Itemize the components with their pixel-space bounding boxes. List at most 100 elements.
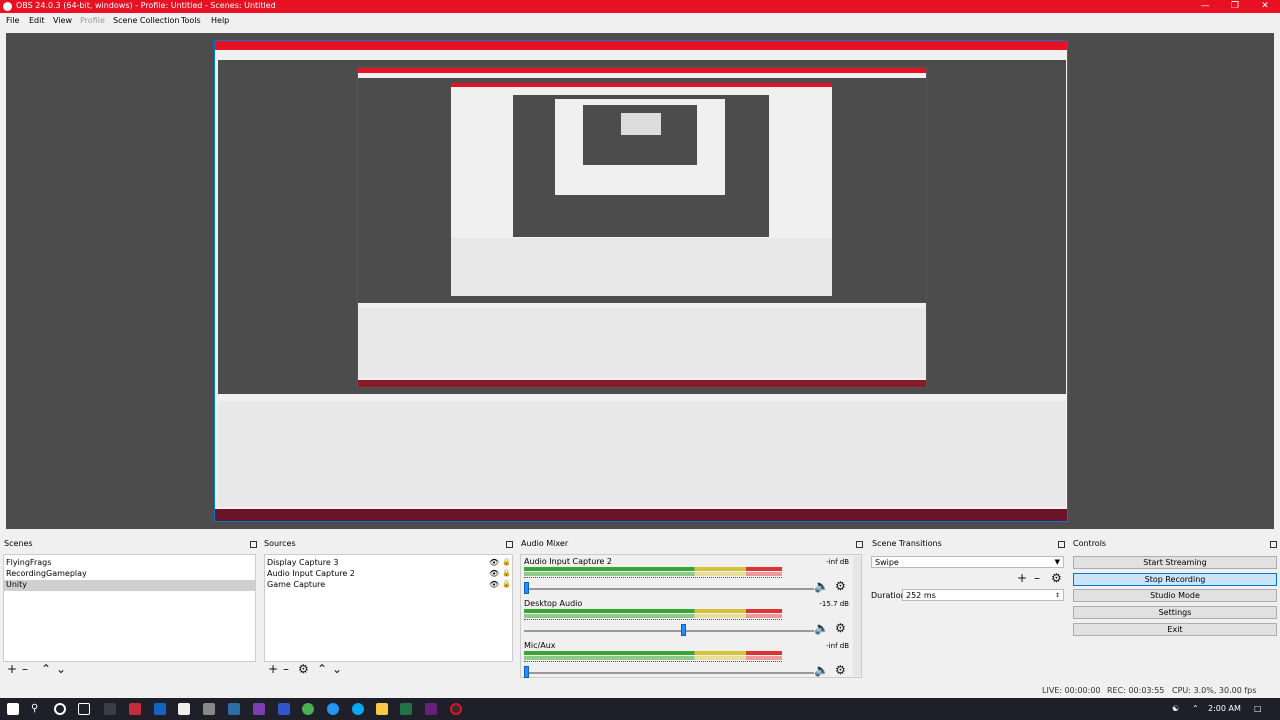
task-view-icon[interactable] <box>78 703 90 715</box>
meter-scale <box>524 577 782 580</box>
volume-slider-track[interactable] <box>524 630 814 632</box>
volume-meter <box>524 567 782 571</box>
pinned-app-icon[interactable] <box>352 703 364 715</box>
menu-view[interactable]: View <box>53 16 72 25</box>
transition-properties-gear-icon[interactable]: ⚙ <box>1051 572 1062 584</box>
volume-slider-thumb[interactable] <box>681 624 687 636</box>
steam-icon[interactable] <box>228 703 240 715</box>
add-source-icon[interactable]: + <box>268 663 278 675</box>
menu-profile[interactable]: Profile <box>80 16 105 25</box>
move-down-icon[interactable]: ⌄ <box>56 663 66 675</box>
add-transition-icon[interactable]: + <box>1017 572 1027 584</box>
duration-value: 252 ms <box>906 591 936 600</box>
network-icon[interactable]: ☯ <box>1172 704 1179 713</box>
gear-icon[interactable]: ⚙ <box>835 580 846 592</box>
undock-icon[interactable] <box>250 541 257 548</box>
nested-title-bar-3 <box>451 83 832 87</box>
preview-canvas[interactable] <box>6 33 1274 529</box>
menu-scene-collection[interactable]: Scene Collection <box>113 16 180 25</box>
speaker-icon[interactable]: 🔈 <box>814 580 829 592</box>
visual-studio-icon[interactable] <box>425 703 437 715</box>
stop-recording-button[interactable]: Stop Recording <box>1073 573 1277 586</box>
source-item[interactable]: Display Capture 3 <box>267 558 338 569</box>
nested-obs-window-3 <box>451 83 832 296</box>
pinned-app-icon[interactable] <box>400 703 412 715</box>
gear-icon[interactable]: ⚙ <box>835 622 846 634</box>
restore-icon[interactable]: ❐ <box>1220 0 1250 13</box>
chevron-up-icon[interactable]: ⌃ <box>1192 704 1199 713</box>
scenes-list[interactable]: FlyingFrags RecordingGameplay Unity <box>3 554 256 662</box>
live-status: LIVE: 00:00:00 <box>1042 686 1101 695</box>
duration-spinbox[interactable]: 252 ms ↕ <box>902 589 1064 601</box>
pinned-app-icon[interactable] <box>253 703 265 715</box>
cortana-icon[interactable] <box>54 703 66 715</box>
remove-transition-icon[interactable]: – <box>1034 572 1040 584</box>
undock-icon[interactable] <box>506 541 513 548</box>
menu-file[interactable]: File <box>6 16 19 25</box>
move-up-icon[interactable]: ⌃ <box>41 663 51 675</box>
visibility-eye-icon[interactable]: 👁 <box>489 569 499 578</box>
pinned-app-icon[interactable] <box>203 703 215 715</box>
undock-icon[interactable] <box>856 541 863 548</box>
speaker-icon[interactable]: 🔈 <box>814 622 829 634</box>
visibility-eye-icon[interactable]: 👁 <box>489 558 499 567</box>
volume-slider-thumb[interactable] <box>524 582 529 594</box>
scene-item-selected[interactable]: Unity <box>4 580 255 591</box>
lock-icon[interactable]: 🔒 <box>502 558 511 566</box>
undock-icon[interactable] <box>1058 541 1065 548</box>
gear-icon[interactable]: ⚙ <box>835 664 846 676</box>
clock[interactable]: 2:00 AM <box>1208 704 1241 713</box>
audio-mixer: Audio Input Capture 2 -inf dB 🔈 ⚙ Deskto… <box>520 554 862 678</box>
lock-icon[interactable]: 🔒 <box>502 569 511 577</box>
remove-source-icon[interactable]: – <box>283 663 289 675</box>
undock-icon[interactable] <box>1270 541 1277 548</box>
move-down-icon[interactable]: ⌄ <box>332 663 342 675</box>
minimize-icon[interactable]: — <box>1190 0 1220 13</box>
source-item[interactable]: Game Capture <box>267 580 325 591</box>
obs-taskbar-icon[interactable] <box>450 703 462 715</box>
studio-mode-button[interactable]: Studio Mode <box>1073 589 1277 602</box>
source-properties-gear-icon[interactable]: ⚙ <box>298 663 309 675</box>
nested-title-bar-2 <box>358 68 926 73</box>
nested-preview-3 <box>513 95 769 237</box>
file-explorer-icon[interactable] <box>376 703 388 715</box>
pinned-app-icon[interactable] <box>278 703 290 715</box>
speaker-icon[interactable]: 🔈 <box>814 664 829 676</box>
pinned-app-icon[interactable] <box>104 703 116 715</box>
menu-help[interactable]: Help <box>211 16 229 25</box>
nested-innermost <box>621 113 661 135</box>
visibility-eye-icon[interactable]: 👁 <box>489 580 499 589</box>
mixer-scrollbar[interactable] <box>853 556 861 676</box>
volume-slider-track[interactable] <box>524 588 814 590</box>
settings-button[interactable]: Settings <box>1073 606 1277 619</box>
pinned-app-icon[interactable] <box>327 703 339 715</box>
windows-start-icon[interactable] <box>7 703 19 715</box>
close-icon[interactable]: ✕ <box>1250 0 1280 13</box>
pinned-app-icon[interactable] <box>129 703 141 715</box>
scene-item[interactable]: FlyingFrags <box>6 558 254 569</box>
chevron-down-icon: ▼ <box>1054 558 1060 566</box>
chrome-icon[interactable] <box>302 703 314 715</box>
pinned-app-icon[interactable] <box>178 703 190 715</box>
lock-icon[interactable]: 🔒 <box>502 580 511 588</box>
start-streaming-button[interactable]: Start Streaming <box>1073 556 1277 569</box>
spin-arrows-icon[interactable]: ↕ <box>1055 590 1060 601</box>
mixer-channel-db: -inf dB <box>826 558 849 566</box>
sources-list[interactable]: Display Capture 3 Audio Input Capture 2 … <box>264 554 513 662</box>
volume-slider-thumb[interactable] <box>524 666 529 678</box>
volume-meter <box>524 609 782 613</box>
transition-select[interactable]: Swipe ▼ <box>871 556 1064 568</box>
move-up-icon[interactable]: ⌃ <box>317 663 327 675</box>
notification-icon[interactable]: □ <box>1254 704 1262 713</box>
source-item[interactable]: Audio Input Capture 2 <box>267 569 355 580</box>
search-icon[interactable]: ⚲ <box>31 703 43 715</box>
volume-slider-track[interactable] <box>524 672 814 674</box>
pinned-app-icon[interactable] <box>154 703 166 715</box>
remove-scene-icon[interactable]: – <box>22 663 28 675</box>
add-scene-icon[interactable]: + <box>7 663 17 675</box>
exit-button[interactable]: Exit <box>1073 623 1277 636</box>
menu-edit[interactable]: Edit <box>29 16 45 25</box>
menu-tools[interactable]: Tools <box>181 16 201 25</box>
scene-item[interactable]: RecordingGameplay <box>6 569 254 580</box>
mixer-channel-name: Mic/Aux <box>524 641 556 650</box>
